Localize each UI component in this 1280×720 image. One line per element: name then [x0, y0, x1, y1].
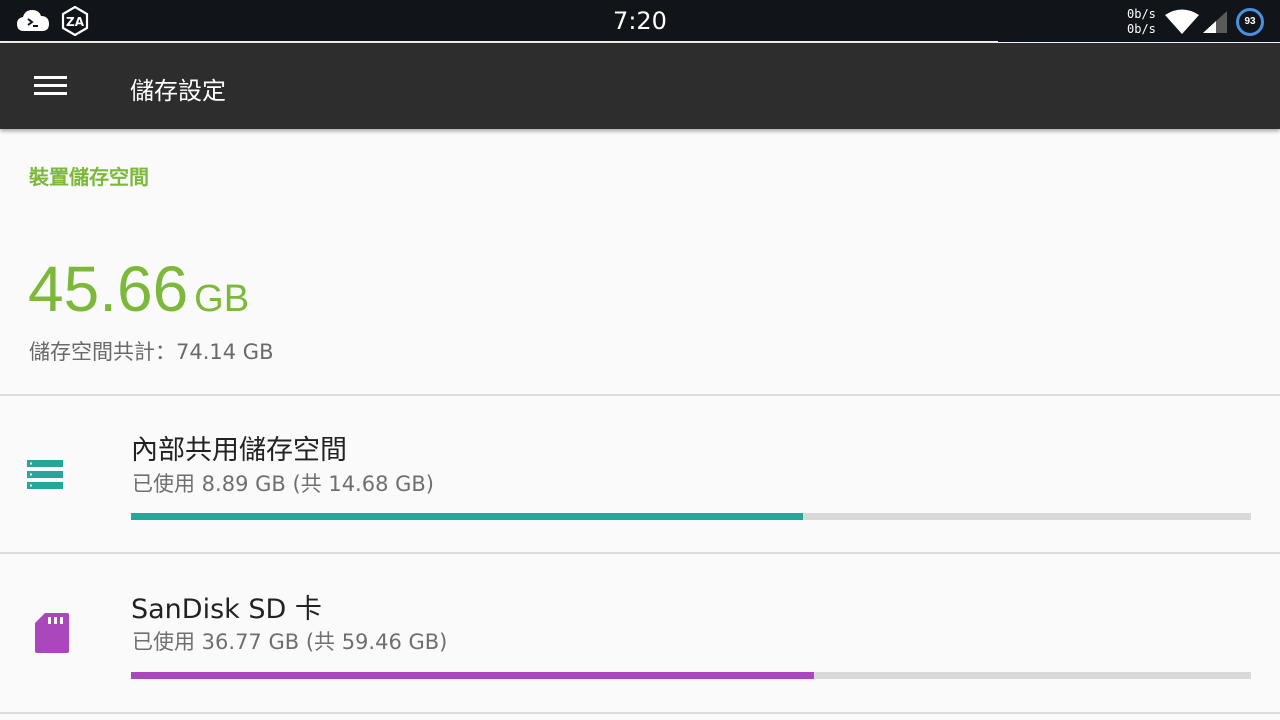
section-header: 裝置儲存空間 — [29, 165, 149, 189]
net-up-speed: 0b/s — [1127, 7, 1156, 21]
app-toolbar: 儲存設定 — [0, 43, 1280, 129]
usage-progress-fill — [131, 672, 815, 679]
usage-progress-fill — [131, 513, 803, 520]
usage-progress-bar — [131, 672, 1251, 679]
usage-progress-bar — [131, 513, 1251, 520]
volume-usage-summary: 已使用 36.77 GB (共 59.46 GB) — [132, 630, 448, 654]
sd-card-icon — [35, 613, 69, 653]
volume-title: 內部共用儲存空間 — [131, 435, 347, 466]
cell-signal-icon — [1203, 11, 1227, 33]
clock: 7:20 — [613, 7, 667, 35]
used-storage-total: 45.66 GB — [28, 252, 249, 326]
used-storage-unit: GB — [194, 278, 250, 320]
net-down-speed: 0b/s — [1127, 22, 1156, 36]
page-title: 儲存設定 — [130, 77, 226, 105]
status-bar: ZA 7:20 0b/s 0b/s 93 — [0, 0, 1280, 43]
volume-internal-storage[interactable]: 內部共用儲存空間 已使用 8.89 GB (共 14.68 GB) — [0, 396, 1280, 552]
total-storage-label: 儲存空間共計：74.14 GB — [29, 340, 274, 364]
hamburger-menu-icon[interactable] — [22, 64, 78, 108]
volume-sd-card[interactable]: SanDisk SD 卡 已使用 36.77 GB (共 59.46 GB) — [0, 554, 1280, 710]
volume-usage-summary: 已使用 8.89 GB (共 14.68 GB) — [132, 472, 434, 496]
internal-storage-icon — [27, 460, 63, 489]
used-storage-value: 45.66 — [28, 253, 189, 325]
volume-title: SanDisk SD 卡 — [131, 594, 322, 625]
wifi-icon — [1165, 9, 1199, 34]
network-speed: 0b/s 0b/s — [1127, 7, 1156, 37]
divider — [0, 712, 1280, 714]
battery-circle-icon: 93 — [1236, 8, 1264, 36]
